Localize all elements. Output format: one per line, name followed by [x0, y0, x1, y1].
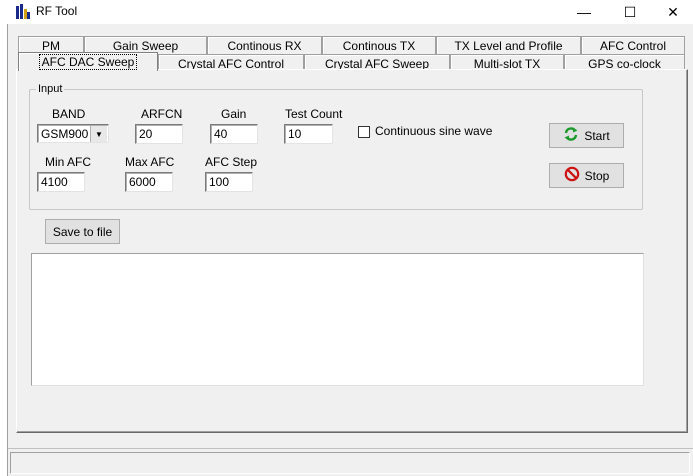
arfcn-label: ARFCN	[141, 107, 183, 121]
refresh-icon	[563, 126, 579, 145]
chevron-down-icon[interactable]: ▼	[90, 126, 107, 142]
close-icon: ✕	[667, 3, 679, 20]
save-to-file-button[interactable]: Save to file	[45, 219, 120, 244]
start-button-label: Start	[584, 128, 610, 143]
max-afc-label: Max AFC	[125, 155, 175, 169]
test-count-input[interactable]: 10	[284, 124, 333, 144]
stop-button-label: Stop	[584, 168, 610, 183]
maximize-button[interactable]: ☐	[607, 0, 653, 24]
min-afc-input[interactable]: 4100	[37, 172, 85, 192]
band-select[interactable]: GSM900 ▼	[37, 124, 109, 143]
tab-tx-level-profile[interactable]: TX Level and Profile	[436, 36, 581, 54]
gain-input[interactable]: 40	[210, 124, 258, 144]
input-group-label: Input	[36, 83, 65, 95]
status-pane	[10, 452, 690, 474]
continuous-sine-wave-checkbox[interactable]	[358, 126, 370, 138]
arfcn-input[interactable]: 20	[135, 124, 183, 144]
min-afc-label: Min AFC	[45, 155, 92, 169]
band-label: BAND	[52, 107, 86, 121]
start-button[interactable]: Start	[549, 123, 624, 148]
output-textarea[interactable]	[31, 253, 644, 386]
tab-continous-tx[interactable]: Continous TX	[322, 36, 436, 54]
save-to-file-label: Save to file	[52, 224, 113, 239]
tab-afc-control[interactable]: AFC Control	[581, 36, 685, 54]
close-button[interactable]: ✕	[653, 0, 693, 24]
maximize-icon: ☐	[623, 3, 637, 20]
window-title: RF Tool	[36, 4, 78, 18]
band-value: GSM900	[41, 126, 89, 141]
minimize-button[interactable]: —	[561, 0, 607, 24]
tab-afc-dac-sweep[interactable]: AFC DAC Sweep	[18, 52, 158, 71]
gain-label: Gain	[221, 107, 247, 121]
minimize-icon: —	[577, 4, 591, 20]
afc-step-label: AFC Step	[205, 155, 258, 169]
no-entry-icon	[564, 166, 580, 185]
max-afc-input[interactable]: 6000	[125, 172, 173, 192]
continuous-sine-wave-label[interactable]: Continuous sine wave	[375, 124, 492, 138]
afc-step-input[interactable]: 100	[205, 172, 253, 192]
tab-continous-rx[interactable]: Continous RX	[207, 36, 322, 54]
test-count-label: Test Count	[285, 107, 343, 121]
stop-button[interactable]: Stop	[549, 163, 624, 188]
app-logo-icon	[15, 3, 31, 20]
